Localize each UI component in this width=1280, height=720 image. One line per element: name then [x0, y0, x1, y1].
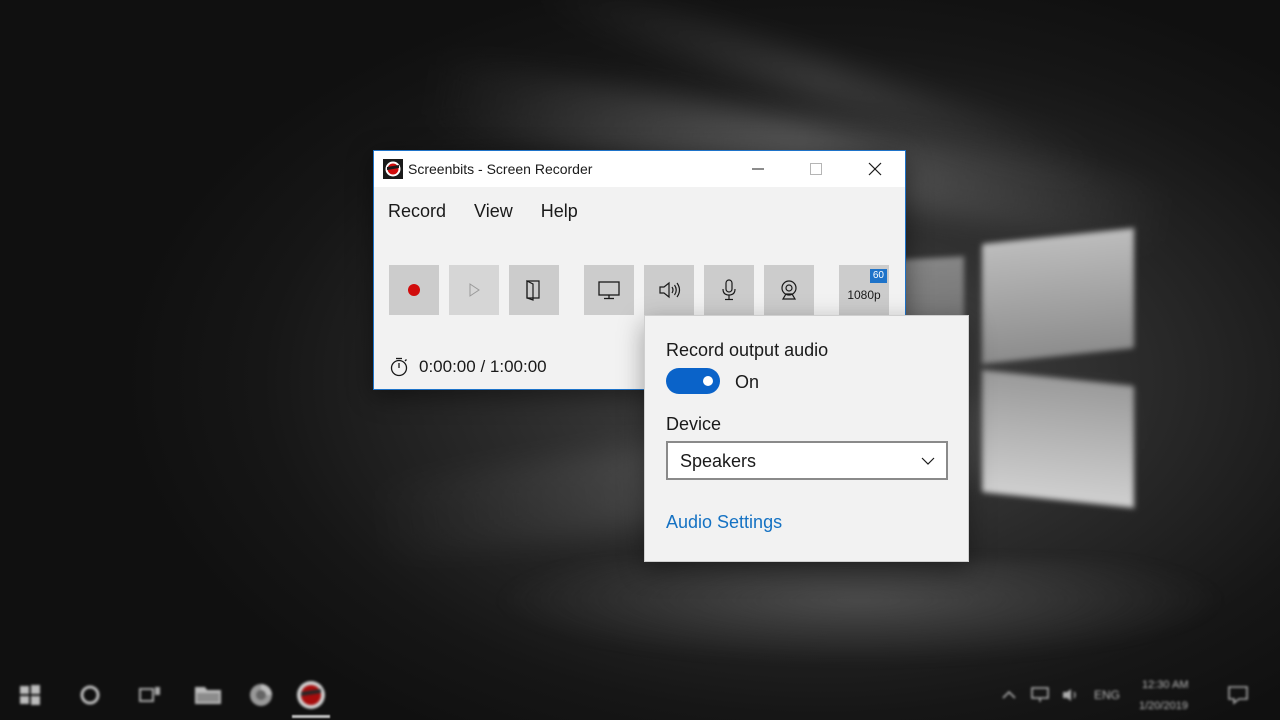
output-audio-button[interactable]	[644, 265, 694, 315]
record-output-audio-heading: Record output audio	[666, 340, 829, 360]
cortana-icon	[80, 685, 100, 705]
maximize-button[interactable]	[787, 151, 845, 187]
close-button[interactable]	[846, 151, 904, 187]
device-dropdown[interactable]: Speakers	[666, 441, 948, 480]
title-bar[interactable]: Screenbits - Screen Recorder	[374, 151, 905, 187]
monitor-icon	[598, 281, 620, 300]
taskbar-screenbits[interactable]	[295, 680, 327, 710]
record-audio-toggle[interactable]	[666, 368, 720, 394]
record-icon	[408, 284, 420, 296]
webcam-icon	[781, 280, 797, 300]
start-button[interactable]	[18, 680, 42, 710]
menu-view[interactable]: View	[474, 201, 513, 222]
folder-icon	[526, 280, 540, 301]
fps-badge: 60	[869, 269, 887, 283]
volume-button[interactable]	[1060, 680, 1082, 710]
device-selected-value: Speakers	[680, 451, 757, 471]
app-logo-icon	[383, 159, 403, 179]
microphone-icon	[722, 279, 736, 301]
volume-icon	[1063, 689, 1076, 701]
speaker-icon	[659, 281, 681, 299]
chevron-down-icon	[921, 457, 935, 465]
clock-date[interactable]: 1/20/2019	[1139, 700, 1188, 712]
action-center-button[interactable]	[1226, 680, 1250, 710]
cortana-button[interactable]	[78, 680, 102, 710]
network-icon	[1031, 687, 1049, 702]
wallpaper-window-pane	[982, 228, 1134, 364]
language-indicator[interactable]: ENG	[1094, 688, 1120, 702]
windows-logo-icon	[20, 685, 40, 705]
toggle-state-label: On	[735, 372, 760, 392]
menu-record[interactable]: Record	[388, 201, 446, 222]
task-view-icon	[139, 687, 160, 702]
maximize-icon	[810, 163, 822, 175]
play-icon	[469, 283, 480, 297]
clock-time[interactable]: 12:30 AM	[1142, 679, 1188, 691]
open-folder-button[interactable]	[509, 265, 559, 315]
toggle-knob	[703, 376, 713, 386]
browser-icon	[250, 684, 272, 706]
microphone-button[interactable]	[704, 265, 754, 315]
minimize-icon	[752, 168, 764, 170]
stopwatch-icon	[390, 357, 408, 377]
window-title: Screenbits - Screen Recorder	[408, 161, 593, 177]
wallpaper-floor-glow	[0, 560, 1280, 680]
active-app-indicator	[292, 715, 330, 718]
minimize-button[interactable]	[729, 151, 787, 187]
app-logo-icon	[297, 681, 325, 709]
timer: 0:00:00 / 1:00:00	[389, 357, 547, 377]
resolution-button[interactable]: 60 1080p	[839, 265, 889, 315]
screen-capture-button[interactable]	[584, 265, 634, 315]
audio-settings-link[interactable]: Audio Settings	[666, 512, 782, 533]
audio-flyout: Record output audio On Device Speakers A…	[644, 315, 969, 562]
notification-icon	[1228, 686, 1248, 705]
folder-icon	[195, 687, 221, 704]
wallpaper-window-pane	[982, 370, 1134, 508]
record-button[interactable]	[389, 265, 439, 315]
taskbar-browser[interactable]	[247, 680, 275, 710]
play-button[interactable]	[449, 265, 499, 315]
menu-help[interactable]: Help	[541, 201, 578, 222]
menu-bar: Record View Help	[388, 201, 578, 222]
timer-text: 0:00:00 / 1:00:00	[419, 357, 547, 376]
chevron-up-icon	[1002, 690, 1016, 699]
webcam-button[interactable]	[764, 265, 814, 315]
show-hidden-icons-button[interactable]	[1000, 680, 1018, 710]
taskbar-file-explorer[interactable]	[193, 680, 223, 710]
device-label: Device	[666, 414, 722, 434]
network-button[interactable]	[1028, 680, 1052, 710]
taskbar: ENG 12:30 AM 1/20/2019	[0, 670, 1280, 720]
resolution-label: 1080p	[847, 288, 881, 302]
close-icon	[868, 162, 882, 176]
task-view-button[interactable]	[136, 680, 164, 710]
